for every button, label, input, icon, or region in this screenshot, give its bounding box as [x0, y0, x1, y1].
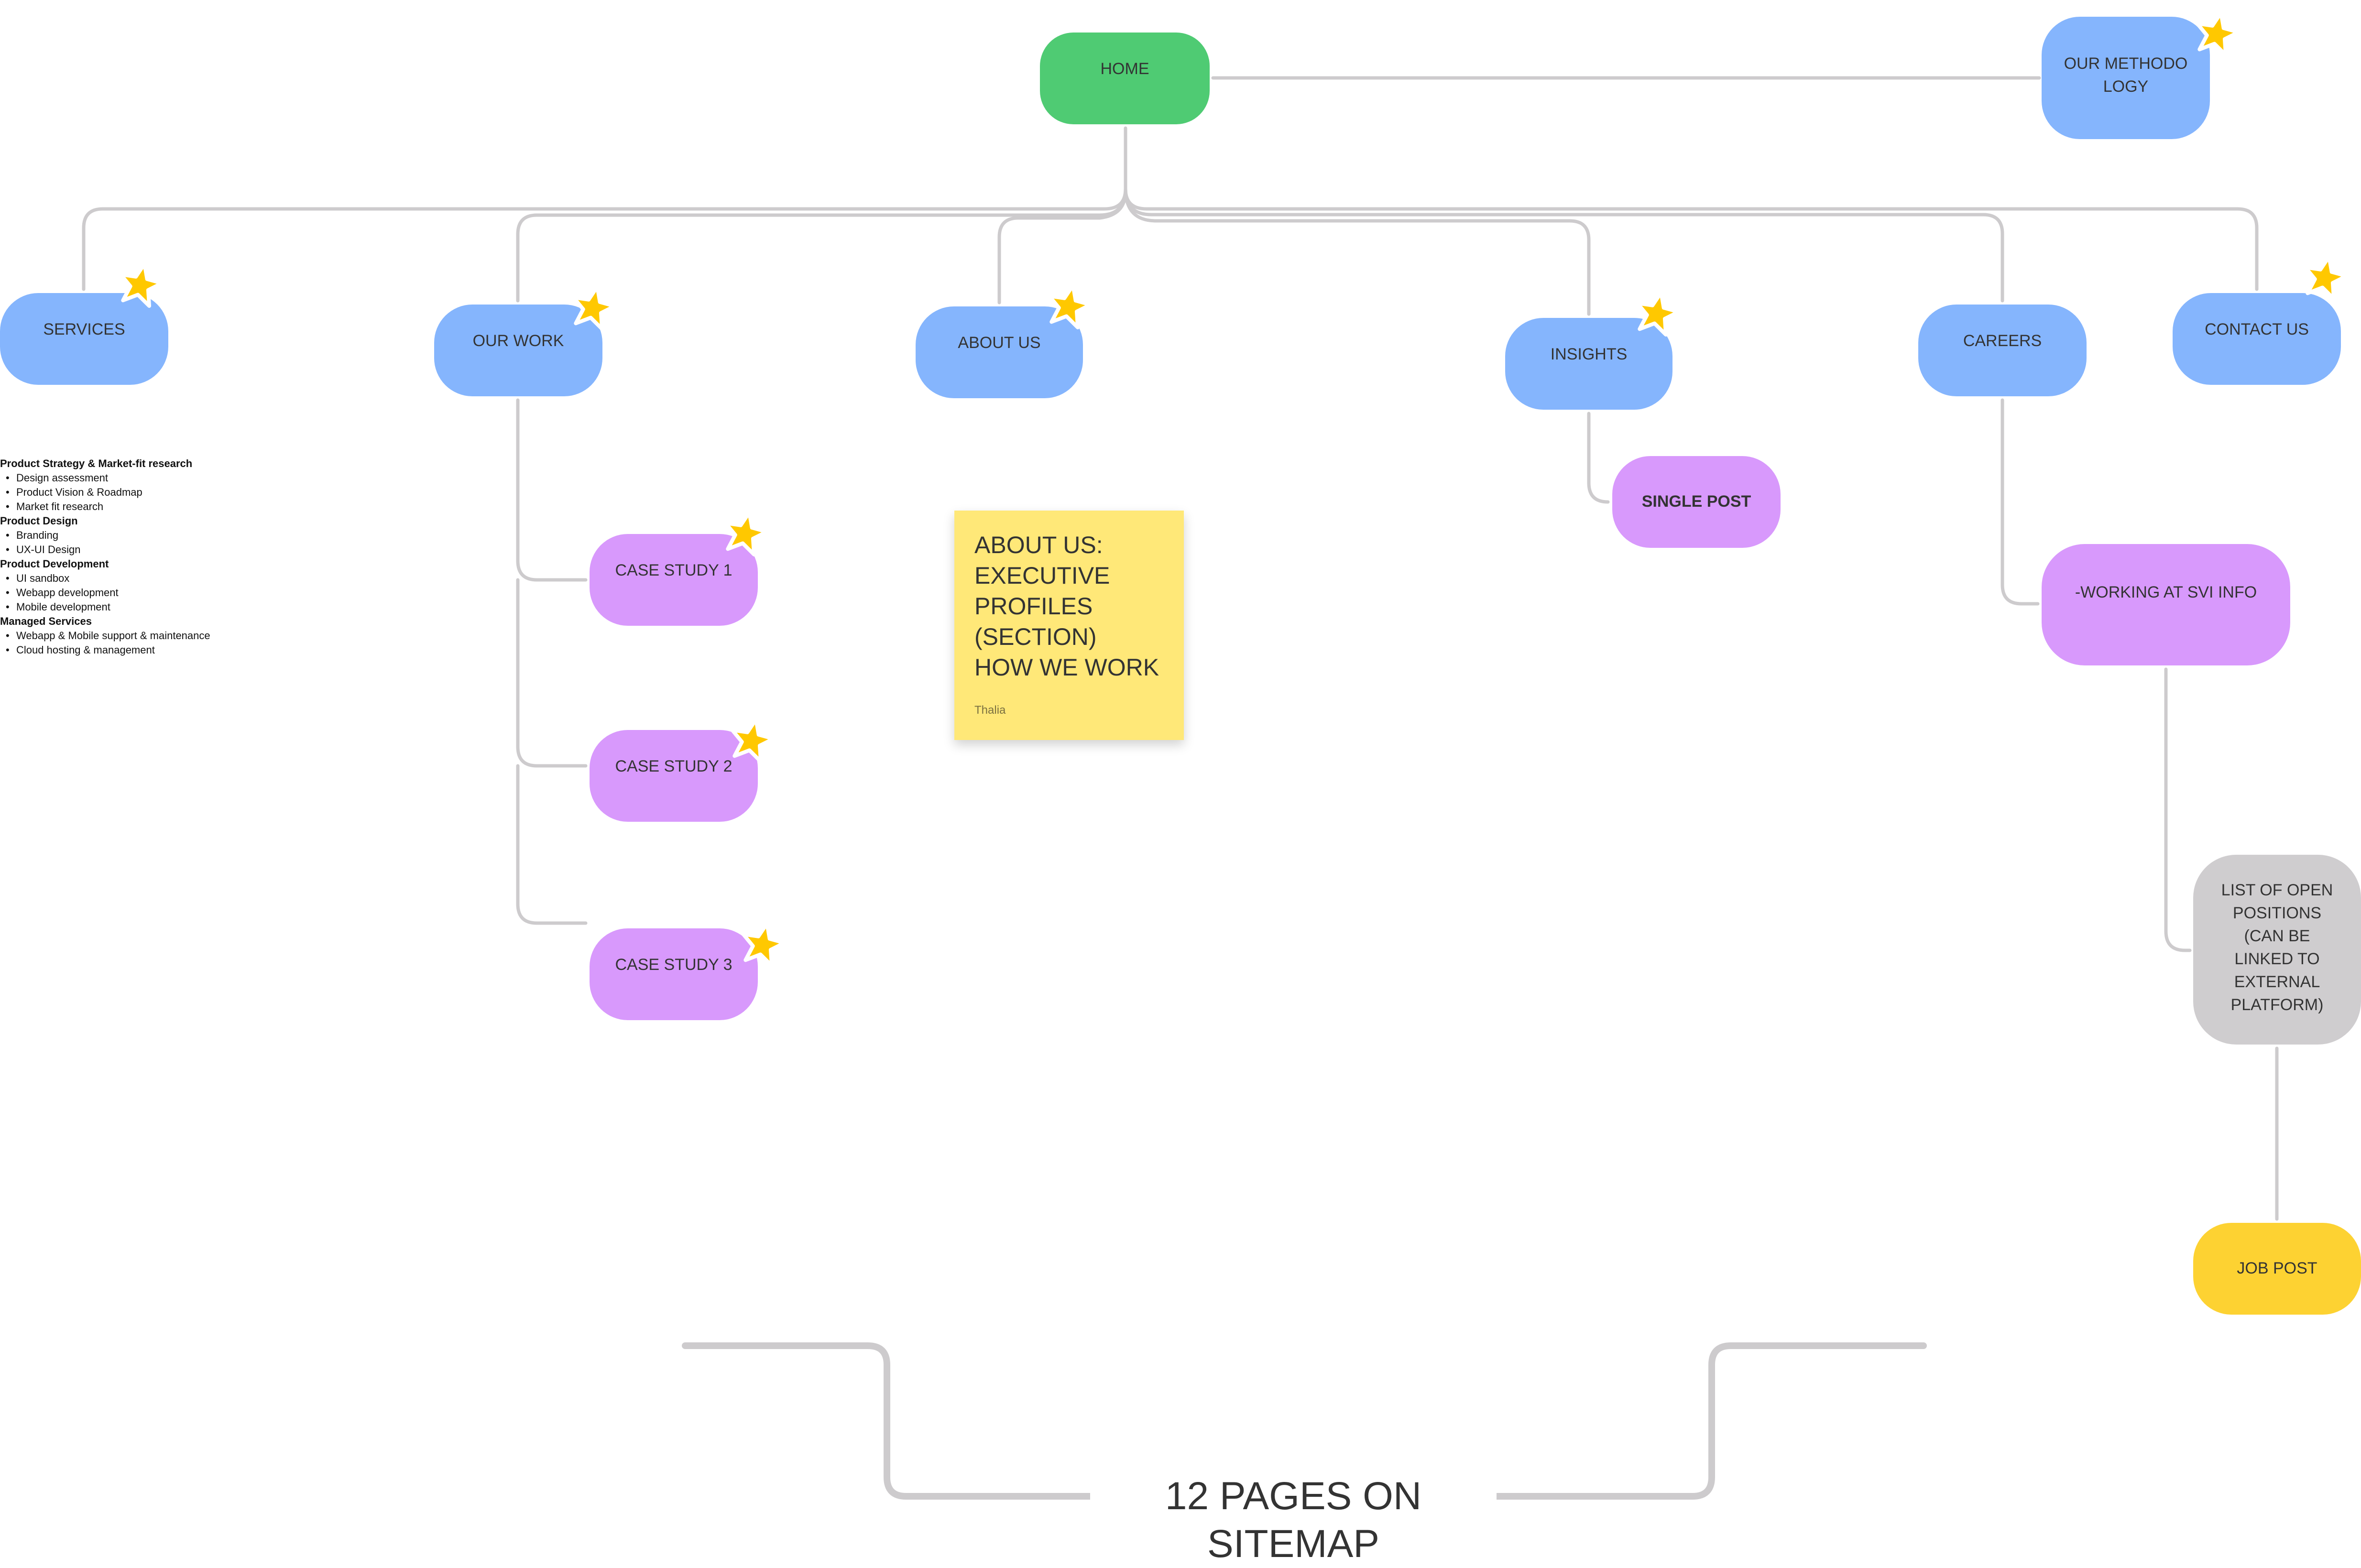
service-category: Product Strategy & Market-fit research [0, 457, 193, 469]
service-item: Cloud hosting & management [0, 643, 210, 657]
service-category: Product Development [0, 558, 109, 570]
connector-home-careers [1124, 187, 2004, 303]
node-label: SERVICES [43, 320, 125, 339]
star-icon [1047, 283, 1093, 329]
node-label: LIST OF OPEN POSITIONS (CAN BE LINKED TO… [2221, 881, 2333, 1014]
connector-our-work-case-2 [516, 578, 588, 768]
service-group: Product Strategy & Market-fit research D… [0, 457, 210, 514]
footer-label: 12 PAGES ON SITEMAP [1090, 1472, 1497, 1568]
node-working-at-svi[interactable]: -WORKING AT SVI INFO [2042, 544, 2290, 665]
star-icon [2195, 11, 2241, 57]
service-item: Market fit research [0, 500, 210, 514]
node-single-post[interactable]: SINGLE POST [1612, 456, 1781, 548]
connector-working-open-positions [2164, 667, 2192, 952]
node-label: HOME [1100, 60, 1149, 78]
services-description: Product Strategy & Market-fit research D… [0, 457, 210, 657]
service-group: Product Development UI sandbox Webapp de… [0, 557, 210, 614]
sticky-note-text: ABOUT US: EXECUTIVE PROFILES (SECTION) H… [974, 532, 1159, 681]
service-group: Product Design Branding UX-UI Design [0, 514, 210, 557]
node-our-methodology[interactable]: OUR METHODOLOGY [2042, 17, 2210, 139]
star-icon [119, 261, 164, 308]
service-category: Managed Services [0, 615, 92, 627]
sticky-note-author: Thalia [974, 704, 1006, 717]
node-careers[interactable]: CAREERS [1918, 305, 2087, 396]
connector-insights-single-post [1587, 412, 1610, 504]
node-label: SINGLE POST [1641, 492, 1751, 511]
node-label: ABOUT US [958, 334, 1041, 352]
node-contact-us[interactable]: CONTACT US [2173, 293, 2341, 385]
service-group: Managed Services Webapp & Mobile support… [0, 614, 210, 657]
star-icon [2303, 254, 2349, 301]
service-item: UI sandbox [0, 571, 210, 586]
connector-careers-working [2000, 398, 2040, 606]
node-open-positions[interactable]: LIST OF OPEN POSITIONS (CAN BE LINKED TO… [2193, 855, 2361, 1045]
service-item: Webapp & Mobile support & maintenance [0, 629, 210, 643]
node-label: CONTACT US [2205, 320, 2309, 339]
service-category: Product Design [0, 515, 78, 527]
service-item: Branding [0, 528, 210, 543]
node-label: CAREERS [1963, 332, 2042, 350]
connector-our-work-case-3 [516, 764, 588, 925]
footer-bracket-right [1493, 1342, 1927, 1500]
sticky-note[interactable]: ABOUT US: EXECUTIVE PROFILES (SECTION) H… [954, 511, 1184, 740]
node-label: -WORKING AT SVI INFO [2075, 583, 2257, 602]
footer-bracket-left [682, 1342, 1093, 1500]
service-item: Product Vision & Roadmap [0, 485, 210, 500]
node-label: OUR WORK [472, 332, 564, 350]
node-home[interactable]: HOME [1040, 33, 1210, 124]
star-icon [1635, 290, 1681, 337]
node-label: INSIGHTS [1550, 345, 1628, 364]
connector-our-work-case-1 [516, 398, 588, 582]
service-item: UX-UI Design [0, 543, 210, 557]
node-label: CASE STUDY 2 [615, 757, 732, 776]
star-icon [571, 284, 617, 331]
node-label: CASE STUDY 3 [615, 956, 732, 974]
node-label: OUR METHODOLOGY [2064, 54, 2188, 96]
node-job-post[interactable]: JOB POST [2193, 1223, 2361, 1315]
star-icon [730, 717, 776, 763]
star-icon [741, 921, 787, 968]
service-item: Design assessment [0, 471, 210, 485]
connector-home-services [82, 187, 1127, 291]
service-item: Webapp development [0, 586, 210, 600]
node-label: JOB POST [2237, 1259, 2317, 1278]
node-case-study-3[interactable]: CASE STUDY 3 [590, 928, 758, 1020]
connector-home-contact-us [1124, 187, 2259, 291]
service-item: Mobile development [0, 600, 210, 614]
star-icon [723, 510, 769, 556]
connector-lines [82, 76, 2279, 1500]
node-label: CASE STUDY 1 [615, 561, 732, 580]
